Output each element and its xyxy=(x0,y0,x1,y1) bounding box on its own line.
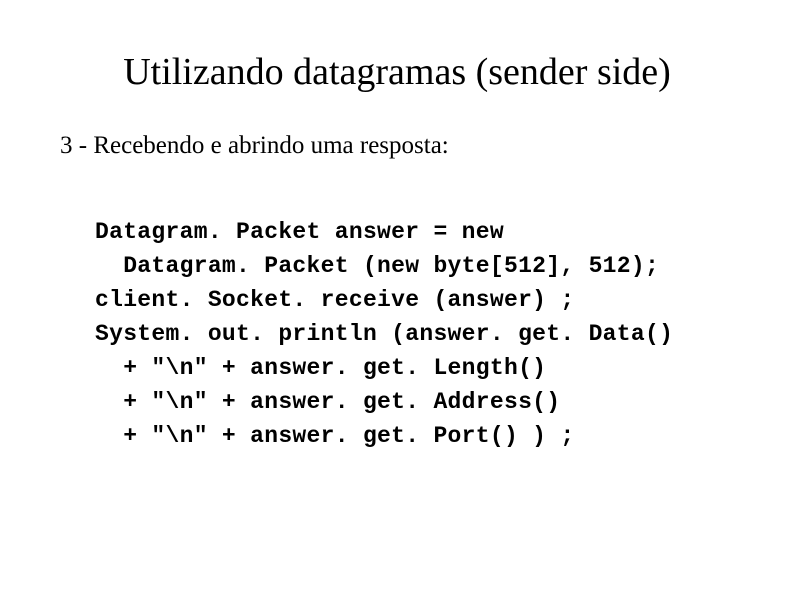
slide-title: Utilizando datagramas (sender side) xyxy=(70,50,724,94)
code-block: Datagram. Packet answer = new Datagram. … xyxy=(95,215,724,453)
slide-subtitle: 3 - Recebendo e abrindo uma resposta: xyxy=(60,132,724,160)
